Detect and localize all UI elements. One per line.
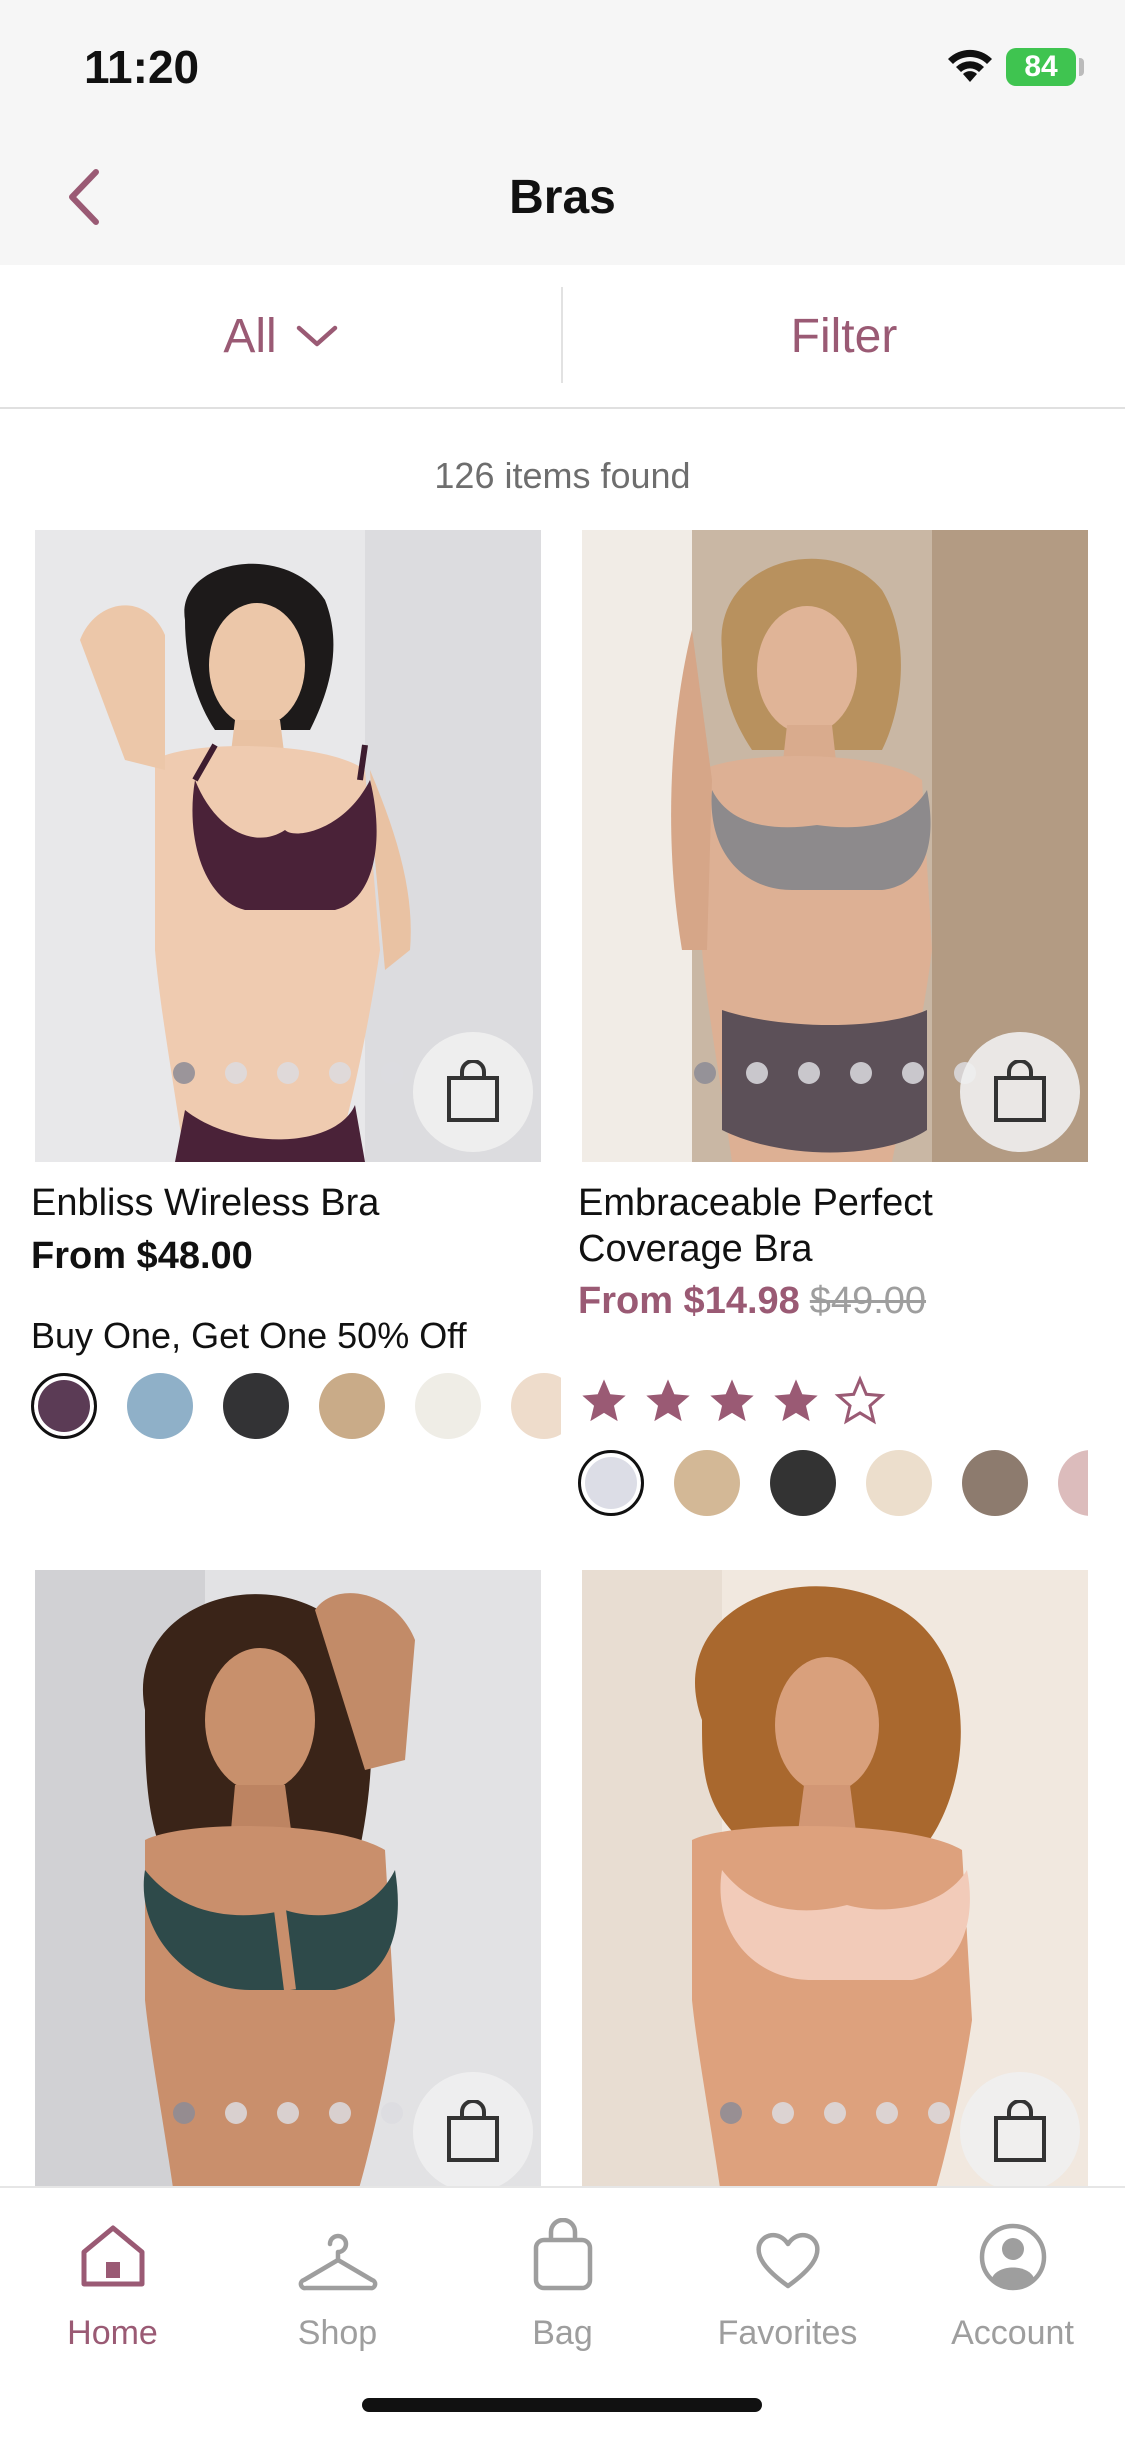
tab-favorites[interactable]: Favorites <box>675 2212 900 2353</box>
tab-label: Account <box>951 2314 1074 2352</box>
color-swatch[interactable] <box>866 1450 932 1516</box>
carousel-dot <box>798 1062 820 1084</box>
original-price: $49.00 <box>809 1280 927 1322</box>
heart-icon <box>755 2233 820 2289</box>
tab-account[interactable]: Account <box>900 2212 1125 2353</box>
carousel-dot <box>381 1062 403 1084</box>
status-bar: 11:20 84 <box>0 0 1125 130</box>
carousel-dot <box>277 2102 299 2124</box>
color-swatch[interactable] <box>31 1373 97 1439</box>
category-dropdown-button[interactable]: All <box>0 265 562 407</box>
star-filled-icon <box>710 1379 754 1422</box>
product-image[interactable] <box>582 1570 1088 2202</box>
star-filled-icon <box>582 1379 626 1422</box>
color-swatch[interactable] <box>578 1450 644 1516</box>
carousel-dot <box>824 2102 846 2124</box>
add-to-bag-button[interactable] <box>413 1032 533 1152</box>
shopping-bag-icon <box>447 1060 499 1122</box>
carousel-dot <box>694 1062 716 1084</box>
product-promo: Buy One, Get One 50% Off <box>31 1315 467 1356</box>
product-price: From $14.98 $49.00 <box>578 1280 926 1323</box>
battery-icon: 84 <box>1006 48 1076 86</box>
carousel-dot <box>329 1062 351 1084</box>
color-swatch[interactable] <box>674 1450 740 1516</box>
tab-bag[interactable]: Bag <box>450 2212 675 2353</box>
color-swatch[interactable] <box>415 1373 481 1439</box>
wifi-icon <box>948 49 992 82</box>
carousel-dot <box>902 1062 924 1084</box>
product-image[interactable] <box>35 530 541 1162</box>
star-filled-icon <box>646 1379 690 1422</box>
product-image[interactable] <box>35 1570 541 2202</box>
page-title: Bras <box>509 171 616 224</box>
sale-price: From $14.98 <box>578 1280 800 1322</box>
carousel-dot <box>850 1062 872 1084</box>
color-swatches <box>578 1450 1088 1516</box>
tab-label: Bag <box>532 2314 593 2352</box>
hanger-icon <box>298 2233 377 2291</box>
tab-shop[interactable]: Shop <box>225 2212 450 2353</box>
rating-stars <box>578 1375 886 1427</box>
color-swatches <box>31 1373 561 1439</box>
product-card[interactable] <box>582 1570 1088 2202</box>
product-card[interactable]: Enbliss Wireless Bra From $48.00 Buy One… <box>31 530 561 1450</box>
tab-label: Shop <box>297 2314 378 2352</box>
tab-label: Favorites <box>717 2314 858 2352</box>
carousel-dot <box>381 2102 403 2124</box>
account-icon <box>979 2223 1046 2291</box>
star-outline-icon <box>834 1375 886 1425</box>
filter-button[interactable]: Filter <box>563 265 1125 407</box>
product-name[interactable]: Enbliss Wireless Bra <box>31 1180 541 1226</box>
filter-bar: All Filter <box>0 265 1125 409</box>
results-count: 126 items found <box>434 455 691 496</box>
carousel-dot <box>772 2102 794 2124</box>
star-filled-icon <box>774 1379 818 1422</box>
home-icon <box>81 2225 144 2287</box>
carousel-dot <box>720 2102 742 2124</box>
color-swatch[interactable] <box>127 1373 193 1439</box>
carousel-dot <box>225 1062 247 1084</box>
carousel-dot <box>277 1062 299 1084</box>
shopping-bag-icon <box>994 1060 1046 1122</box>
filter-button-label: Filter <box>790 309 898 363</box>
tab-bar: Home Shop Bag Favorites Account <box>0 2186 1125 2438</box>
color-swatch[interactable] <box>770 1450 836 1516</box>
carousel-dot <box>173 1062 195 1084</box>
bag-icon <box>533 2218 592 2291</box>
product-card[interactable]: Embraceable Perfect Coverage Bra From $1… <box>578 530 1088 1530</box>
product-price: From $48.00 <box>31 1235 253 1277</box>
carousel-dot <box>746 1062 768 1084</box>
carousel-dot <box>173 2102 195 2124</box>
nav-bar: Bras <box>0 130 1125 265</box>
tab-label: Home <box>67 2314 158 2352</box>
add-to-bag-button[interactable] <box>960 2072 1080 2192</box>
color-swatch[interactable] <box>319 1373 385 1439</box>
category-dropdown-label: All <box>223 309 277 363</box>
home-indicator <box>362 2398 762 2412</box>
add-to-bag-button[interactable] <box>413 2072 533 2192</box>
shopping-bag-icon <box>447 2100 499 2162</box>
carousel-dot <box>928 2102 950 2124</box>
add-to-bag-button[interactable] <box>960 1032 1080 1152</box>
carousel-dot <box>876 2102 898 2124</box>
color-swatch[interactable] <box>223 1373 289 1439</box>
product-image[interactable] <box>582 530 1088 1162</box>
color-swatch[interactable] <box>1058 1450 1088 1516</box>
tab-home[interactable]: Home <box>0 2212 225 2353</box>
status-time: 11:20 <box>84 41 200 93</box>
color-swatch[interactable] <box>962 1450 1028 1516</box>
color-swatch[interactable] <box>511 1373 561 1439</box>
shopping-bag-icon <box>994 2100 1046 2162</box>
product-name[interactable]: Embraceable Perfect Coverage Bra <box>578 1180 1018 1272</box>
product-card[interactable] <box>35 1570 541 2202</box>
battery-tip <box>1079 58 1084 76</box>
carousel-dot <box>329 2102 351 2124</box>
carousel-dot <box>225 2102 247 2124</box>
chevron-down-icon <box>296 325 337 347</box>
